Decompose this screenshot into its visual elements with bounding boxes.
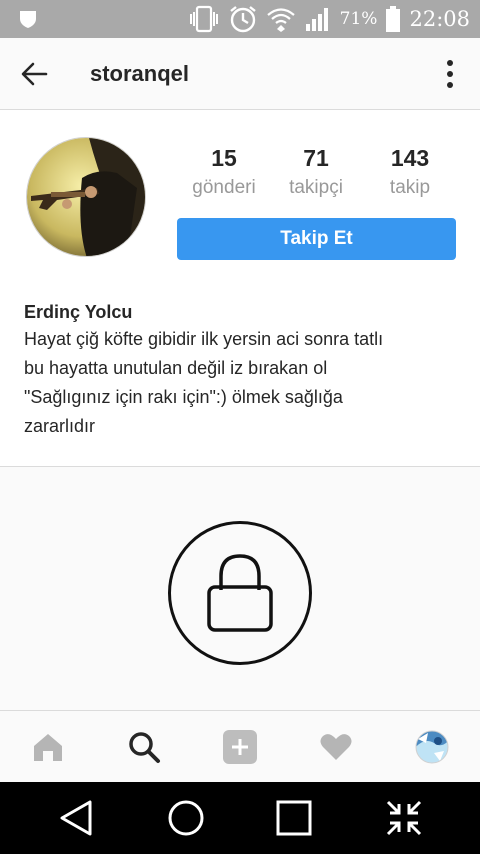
clock: 22:08 — [409, 7, 470, 31]
alarm-icon — [229, 6, 256, 33]
bio-line: "Sağlıgınız için rakı için":) ölmek sağl… — [24, 387, 343, 407]
add-icon[interactable] — [222, 729, 258, 765]
battery-icon — [386, 6, 401, 32]
bio-line: bu hayatta unutulan değil iz bırakan ol — [24, 358, 328, 378]
wifi-icon — [266, 8, 295, 32]
stat-value: 15 — [211, 145, 237, 171]
avatar-image — [27, 138, 145, 256]
vibrate-icon — [189, 5, 218, 33]
stat-value: 71 — [303, 145, 329, 171]
system-nav-bar — [0, 782, 480, 854]
bottom-tab-bar — [0, 710, 480, 782]
home-icon[interactable] — [30, 729, 66, 765]
display-name: Erdinç Yolcu — [24, 302, 133, 322]
stat-label: takipçi — [289, 177, 343, 198]
battery-percent: 71% — [339, 9, 378, 29]
stat-label: takip — [389, 177, 431, 198]
nav-recents-icon[interactable] — [274, 798, 314, 838]
heart-icon[interactable] — [318, 729, 354, 765]
nav-collapse-icon[interactable] — [384, 798, 424, 838]
stat-followers[interactable]: 71 takipçi — [266, 143, 366, 203]
status-bar: 71% 22:08 — [0, 0, 480, 38]
profile-stats: 15 gönderi 71 takipçi 143 takip — [176, 143, 456, 207]
follow-button[interactable]: Takip Et — [177, 218, 456, 260]
stat-posts[interactable]: 15 gönderi — [174, 143, 274, 203]
bio-line: zararlıdır — [24, 416, 96, 436]
more-vert-icon[interactable] — [446, 59, 454, 89]
page-title: storanqel — [90, 61, 190, 86]
stat-following[interactable]: 143 takip — [360, 143, 460, 203]
status-icons: 71% 22:08 — [188, 0, 470, 38]
app-bar: storanqel — [0, 38, 480, 110]
shield-icon — [20, 11, 36, 28]
profile-avatar-icon[interactable] — [414, 729, 450, 765]
stat-label: gönderi — [192, 177, 256, 198]
lock-icon — [207, 554, 273, 632]
nav-home-icon[interactable] — [166, 798, 206, 838]
profile-bio: Erdinç Yolcu Hayat çiğ köfte gibidir ilk… — [24, 299, 464, 441]
bio-line: Hayat çiğ köfte gibidir ilk yersin aci s… — [24, 329, 384, 349]
private-account-area — [0, 467, 480, 710]
lock-circle — [168, 521, 312, 665]
nav-back-icon[interactable] — [56, 798, 96, 838]
stat-value: 143 — [390, 145, 430, 171]
back-arrow-icon[interactable] — [20, 60, 48, 88]
signal-icon — [305, 8, 328, 31]
profile-avatar[interactable] — [26, 137, 146, 257]
search-icon[interactable] — [126, 729, 162, 765]
